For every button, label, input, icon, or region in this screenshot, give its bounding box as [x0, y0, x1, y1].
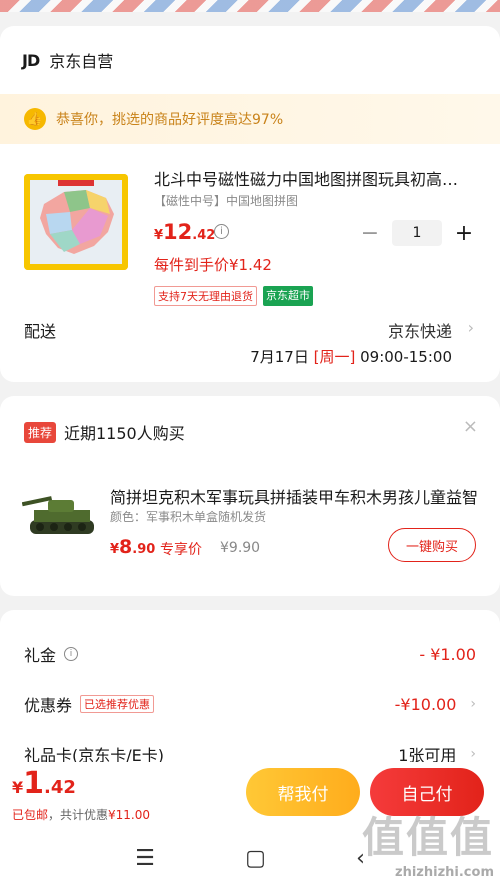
price-info-icon[interactable]: i — [214, 224, 229, 239]
chevron-right-icon: › — [470, 696, 476, 712]
chevron-right-icon: › — [467, 318, 474, 337]
thumbs-up-icon: 👍 — [24, 108, 46, 130]
home-icon[interactable]: ▢ — [245, 846, 266, 871]
price-integer: 8 — [119, 536, 133, 558]
chevron-right-icon: › — [470, 746, 476, 762]
total-decimal: .42 — [44, 777, 76, 798]
recommend-item-spec: 颜色：军事积木单盒随机发货 — [110, 510, 267, 524]
store-name: 京东自营 — [49, 52, 114, 71]
delivery-method: 京东快递 — [387, 322, 452, 341]
increase-quantity-button[interactable]: + — [452, 221, 476, 246]
delivery-slot: 09:00-15:00 — [360, 348, 452, 366]
coupon-row[interactable]: 优惠券 已选推荐优惠 -¥10.00 › — [24, 692, 476, 716]
coupon-value: -¥10.00 — [394, 694, 457, 714]
delivery-weekday: [周一] — [313, 348, 356, 366]
rating-banner: 👍 恭喜你，挑选的商品好评度高达97% — [0, 94, 500, 144]
recommend-price: ¥8.90 — [110, 536, 155, 558]
recommend-title: 近期1150人购买 — [64, 424, 185, 443]
quantity-stepper: − 1 + — [358, 220, 476, 246]
total-note: 已包邮，共计优惠¥11.00 — [12, 806, 150, 823]
airmail-stripe — [0, 0, 500, 12]
delivery-label: 配送 — [24, 322, 57, 341]
help-me-pay-button[interactable]: 帮我付 — [246, 768, 360, 816]
special-price-label: 专享价 — [160, 542, 202, 558]
gift-money-value: - ¥1.00 — [419, 644, 476, 664]
coupon-tag: 已选推荐优惠 — [80, 695, 155, 713]
price-integer: 12 — [163, 220, 193, 244]
gift-money-row[interactable]: 礼金 i - ¥1.00 — [24, 642, 476, 666]
delivery-date: 7月17日 — [250, 348, 309, 366]
product-tags: 支持7天无理由退货 京东超市 — [154, 286, 313, 306]
one-click-buy-button[interactable]: 一键购买 — [388, 528, 476, 562]
price-currency: ¥ — [110, 542, 120, 557]
recommend-badge: 推荐 — [24, 422, 57, 443]
menu-icon[interactable]: ☰ — [135, 846, 155, 871]
price-currency: ¥ — [154, 228, 164, 243]
delivery-time: 7月17日 [周一] 09:00-15:00 — [250, 346, 452, 367]
close-icon[interactable]: × — [463, 416, 478, 437]
product-spec[interactable]: 【磁性中号】中国地图拼图 — [154, 192, 298, 209]
recommend-card: 推荐 近期1150人购买 × 简拼坦克积木军事玩具拼插装甲车积木男孩儿童益智 颜… — [0, 396, 500, 596]
price-decimal: .42 — [192, 228, 216, 243]
jd-logo: JD — [22, 50, 40, 70]
discount-label: ，共计优惠 — [48, 808, 109, 822]
discount-value: ¥11.00 — [108, 808, 151, 822]
quantity-input[interactable]: 1 — [392, 220, 442, 246]
each-price: 每件到手价¥1.42 — [154, 256, 272, 274]
decrease-quantity-button[interactable]: − — [358, 221, 382, 246]
tank-toy-image[interactable] — [21, 486, 102, 546]
info-icon[interactable]: i — [64, 647, 79, 661]
product-price: ¥12.42 — [154, 220, 215, 244]
coupon-label: 优惠券 — [24, 696, 73, 715]
original-price: ¥9.90 — [220, 540, 261, 556]
china-map-image[interactable] — [24, 174, 128, 270]
store-header[interactable]: JD 京东自营 — [0, 26, 500, 94]
jd-supermarket-tag: 京东超市 — [263, 286, 313, 306]
watermark: 值值值 zhizhizhi.com — [362, 804, 494, 880]
price-decimal: .90 — [132, 542, 156, 557]
return-policy-tag: 支持7天无理由退货 — [154, 286, 257, 306]
watermark-url: zhizhizhi.com — [395, 865, 494, 880]
total-integer: 1 — [23, 766, 45, 801]
recommend-item-title[interactable]: 简拼坦克积木军事玩具拼插装甲车积木男孩儿童益智 — [110, 484, 480, 508]
gift-money-label: 礼金 — [24, 646, 57, 665]
product-title[interactable]: 北斗中号磁性磁力中国地图拼图玩具初高中生地理 — [154, 166, 474, 190]
watermark-logo: 值值值 — [361, 813, 494, 862]
delivery-row[interactable]: 配送 京东快递 › 7月17日 [周一] 09:00-15:00 — [0, 304, 500, 382]
product-item[interactable]: 北斗中号磁性磁力中国地图拼图玩具初高中生地理 【磁性中号】中国地图拼图 ¥12.… — [0, 144, 500, 306]
order-card: JD 京东自营 👍 恭喜你，挑选的商品好评度高达97% 北斗中号磁性磁力中国地图… — [0, 26, 500, 382]
total-price: ¥1.42 — [12, 766, 76, 801]
banner-text: 恭喜你，挑选的商品好评度高达97% — [56, 112, 284, 128]
shipping-note: 已包邮 — [12, 808, 49, 822]
total-currency: ¥ — [12, 778, 24, 797]
